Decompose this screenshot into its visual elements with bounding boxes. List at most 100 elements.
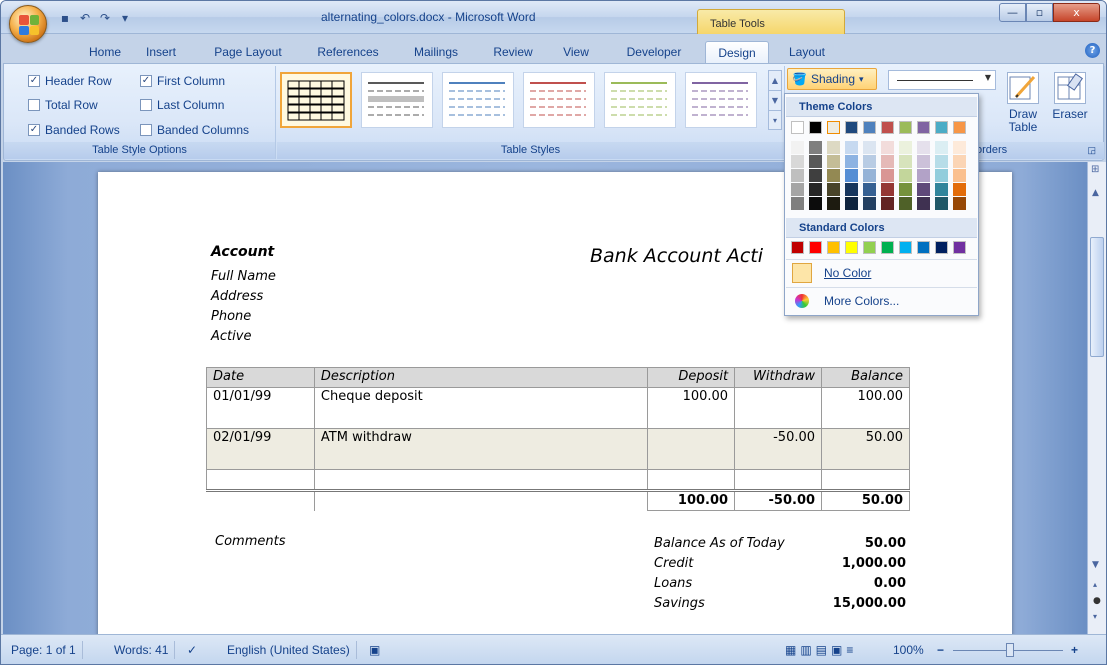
color-swatch[interactable] [863,141,876,154]
view-buttons[interactable]: ▦▥▤▣≡ [779,641,863,659]
table-cell[interactable] [647,469,736,491]
tab-mailings[interactable]: Mailings [403,41,469,63]
tab-view[interactable]: View [555,41,597,63]
color-swatch[interactable] [863,155,876,168]
draw-table-button[interactable]: Draw Table [1001,72,1045,146]
color-swatch[interactable] [917,241,930,254]
color-swatch[interactable] [953,241,966,254]
tab-design[interactable]: Design [705,41,769,64]
color-swatch[interactable] [845,141,858,154]
transactions-table[interactable]: Date Description Deposit Withdraw Balanc… [206,367,910,511]
color-swatch[interactable] [881,183,894,196]
checkbox-icon[interactable]: ✓ [28,124,40,136]
color-swatch[interactable] [953,155,966,168]
color-swatch[interactable] [827,121,840,134]
table-cell[interactable] [647,428,736,470]
table-cell[interactable]: 100.00 [647,387,736,429]
page-count[interactable]: Page: 1 of 1 [5,641,83,659]
tab-review[interactable]: Review [485,41,541,63]
color-swatch[interactable] [881,121,894,134]
color-swatch[interactable] [845,169,858,182]
scroll-thumb[interactable] [1090,237,1104,357]
proofing-icon[interactable]: ✓ [181,641,203,659]
gallery-up-icon[interactable]: ▲ [769,71,781,91]
zoom-in-icon[interactable]: + [1065,641,1084,659]
color-swatch[interactable] [935,197,948,210]
banded-columns-option[interactable]: Banded Columns [140,123,249,137]
color-swatch[interactable] [899,141,912,154]
gallery-down-icon[interactable]: ▼ [769,91,781,111]
word-count[interactable]: Words: 41 [108,641,176,659]
table-cell[interactable]: ATM withdraw [313,428,649,470]
color-swatch[interactable] [881,197,894,210]
totals-row[interactable]: 100.00 -50.00 50.00 [206,490,910,511]
table-style-thumbnail[interactable] [685,72,757,128]
checkbox-icon[interactable]: ✓ [28,75,40,87]
color-swatch[interactable] [899,241,912,254]
redo-icon[interactable]: ↷ [97,10,113,26]
color-swatch[interactable] [863,197,876,210]
color-swatch[interactable] [953,121,966,134]
table-row[interactable]: 01/01/99 Cheque deposit 100.00 100.00 [206,387,910,429]
color-swatch[interactable] [917,169,930,182]
tab-developer[interactable]: Developer [615,41,693,63]
color-swatch[interactable] [845,121,858,134]
color-swatch[interactable] [917,141,930,154]
color-swatch[interactable] [845,241,858,254]
table-cell[interactable]: 50.00 [821,428,910,470]
language-indicator[interactable]: English (United States) [221,641,357,659]
table-style-thumbnail[interactable] [523,72,595,128]
checkbox-icon[interactable] [140,99,152,111]
color-swatch[interactable] [881,155,894,168]
color-swatch[interactable] [935,155,948,168]
color-swatch[interactable] [863,183,876,196]
zoom-level[interactable]: 100% [887,641,930,659]
previous-page-icon[interactable]: ▴ [1093,580,1097,589]
table-cell[interactable]: 100.00 [647,490,736,511]
color-swatch[interactable] [863,169,876,182]
table-cell[interactable] [206,469,315,491]
color-swatch[interactable] [881,141,894,154]
table-cell[interactable]: Cheque deposit [313,387,649,429]
color-swatch[interactable] [899,197,912,210]
customize-qat-icon[interactable]: ▾ [117,10,133,26]
more-colors-item[interactable]: More Colors... [786,287,977,313]
color-swatch[interactable] [827,141,840,154]
color-swatch[interactable] [791,141,804,154]
color-swatch[interactable] [809,183,822,196]
color-swatch[interactable] [935,169,948,182]
color-swatch[interactable] [935,241,948,254]
first-column-option[interactable]: ✓ First Column [140,74,225,88]
color-swatch[interactable] [845,155,858,168]
banded-rows-option[interactable]: ✓ Banded Rows [28,123,120,137]
zoom-out-icon[interactable]: − [931,641,950,659]
color-swatch[interactable] [809,121,822,134]
color-swatch[interactable] [809,155,822,168]
macro-record-icon[interactable]: ▣ [363,641,386,659]
maximize-button[interactable]: ▫ [1026,3,1053,22]
table-cell[interactable]: 100.00 [821,387,910,429]
table-cell[interactable] [734,469,823,491]
table-cell[interactable]: 01/01/99 [206,387,315,429]
gallery-more-icon[interactable]: ▾ [769,111,781,131]
table-style-thumbnail[interactable] [361,72,433,128]
minimize-button[interactable]: — [999,3,1026,22]
color-swatch[interactable] [899,183,912,196]
color-swatch[interactable] [917,183,930,196]
ruler-toggle-icon[interactable]: ⊞ [1091,164,1099,175]
table-style-thumbnail[interactable] [604,72,676,128]
color-swatch[interactable] [953,169,966,182]
color-swatch[interactable] [791,241,804,254]
zoom-slider-thumb[interactable] [1006,643,1014,657]
color-swatch[interactable] [863,241,876,254]
header-row-option[interactable]: ✓ Header Row [28,74,112,88]
color-swatch[interactable] [845,197,858,210]
color-swatch[interactable] [791,169,804,182]
table-cell[interactable]: 02/01/99 [206,428,315,470]
tab-layout[interactable]: Layout [781,41,833,63]
checkbox-icon[interactable] [28,99,40,111]
tab-home[interactable]: Home [79,41,131,63]
close-button[interactable]: x [1053,3,1100,22]
color-swatch[interactable] [827,155,840,168]
color-swatch[interactable] [917,121,930,134]
